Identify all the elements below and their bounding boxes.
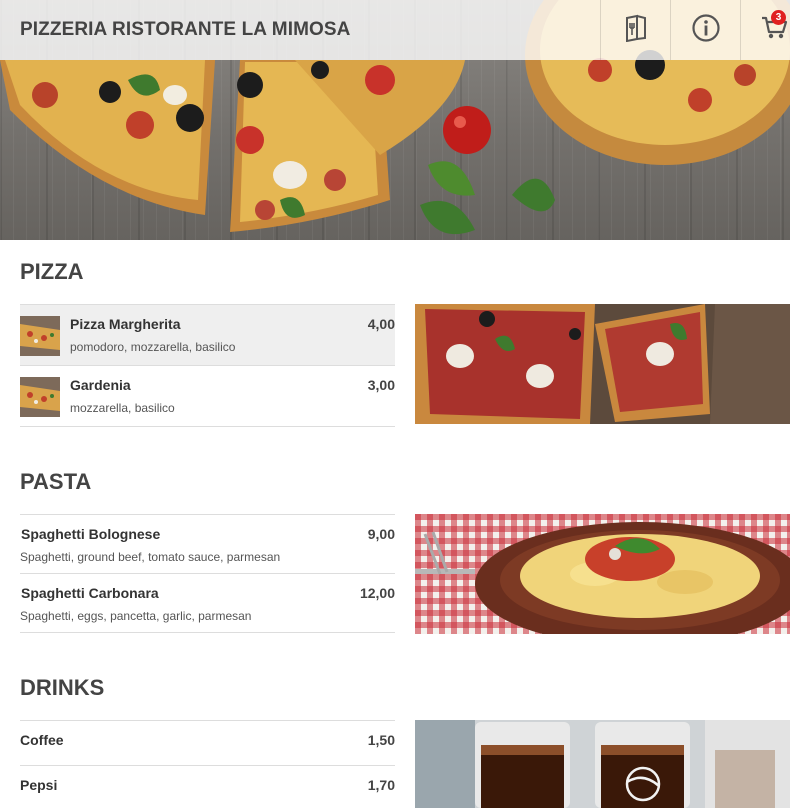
item-name: Coffee <box>20 732 64 748</box>
info-button[interactable] <box>670 0 740 60</box>
menu-button[interactable] <box>600 0 670 60</box>
menu-item-coffee[interactable]: Coffee 1,50 <box>20 721 395 766</box>
item-name: Pizza Margherita <box>70 316 181 332</box>
pasta-section-photo <box>415 514 790 634</box>
menu-item-pizza-margherita[interactable]: Pizza Margherita pomodoro, mozzarella, b… <box>20 305 395 366</box>
item-price: 4,00 <box>367 316 395 332</box>
item-price: 3,00 <box>367 377 395 393</box>
menu-item-spaghetti-bolognese[interactable]: Spaghetti Bolognese Spaghetti, ground be… <box>20 515 395 574</box>
item-description: mozzarella, basilico <box>70 401 175 415</box>
item-description: Spaghetti, ground beef, tomato sauce, pa… <box>20 550 281 564</box>
drinks-section-photo <box>415 720 790 808</box>
pizza-list: Pizza Margherita pomodoro, mozzarella, b… <box>20 304 395 427</box>
item-price: 1,70 <box>367 777 395 793</box>
item-description: pomodoro, mozzarella, basilico <box>70 340 236 354</box>
menu-item-spaghetti-carbonara[interactable]: Spaghetti Carbonara Spaghetti, eggs, pan… <box>20 574 395 633</box>
item-name: Pepsi <box>20 777 58 793</box>
section-title-drinks: DRINKS <box>20 675 105 700</box>
menu-item-pepsi[interactable]: Pepsi 1,70 <box>20 766 395 808</box>
restaurant-title: PIZZERIA RISTORANTE LA MIMOSA <box>20 19 351 40</box>
pizza-thumbnail <box>20 377 60 417</box>
section-title-pizza: PIZZA <box>20 259 84 284</box>
item-price: 9,00 <box>367 526 395 542</box>
item-name: Spaghetti Carbonara <box>21 585 159 601</box>
cart-button[interactable]: 3 <box>740 0 790 60</box>
menu-item-gardenia[interactable]: Gardenia mozzarella, basilico 3,00 <box>20 366 395 427</box>
pizza-thumbnail <box>20 316 60 356</box>
drinks-list: Coffee 1,50 Pepsi 1,70 <box>20 720 395 808</box>
pasta-list: Spaghetti Bolognese Spaghetti, ground be… <box>20 514 395 633</box>
info-icon <box>691 13 721 48</box>
item-description: Spaghetti, eggs, pancetta, garlic, parme… <box>20 609 252 623</box>
item-name: Spaghetti Bolognese <box>21 526 161 542</box>
section-title-pasta: PASTA <box>20 469 92 494</box>
item-name: Gardenia <box>70 377 131 393</box>
item-price: 1,50 <box>367 732 395 748</box>
pizza-section-photo <box>415 304 790 424</box>
menu-book-icon <box>624 14 648 47</box>
item-price: 12,00 <box>359 585 395 601</box>
cart-count-badge: 3 <box>771 10 786 25</box>
top-bar: PIZZERIA RISTORANTE LA MIMOSA 3 <box>0 0 790 60</box>
